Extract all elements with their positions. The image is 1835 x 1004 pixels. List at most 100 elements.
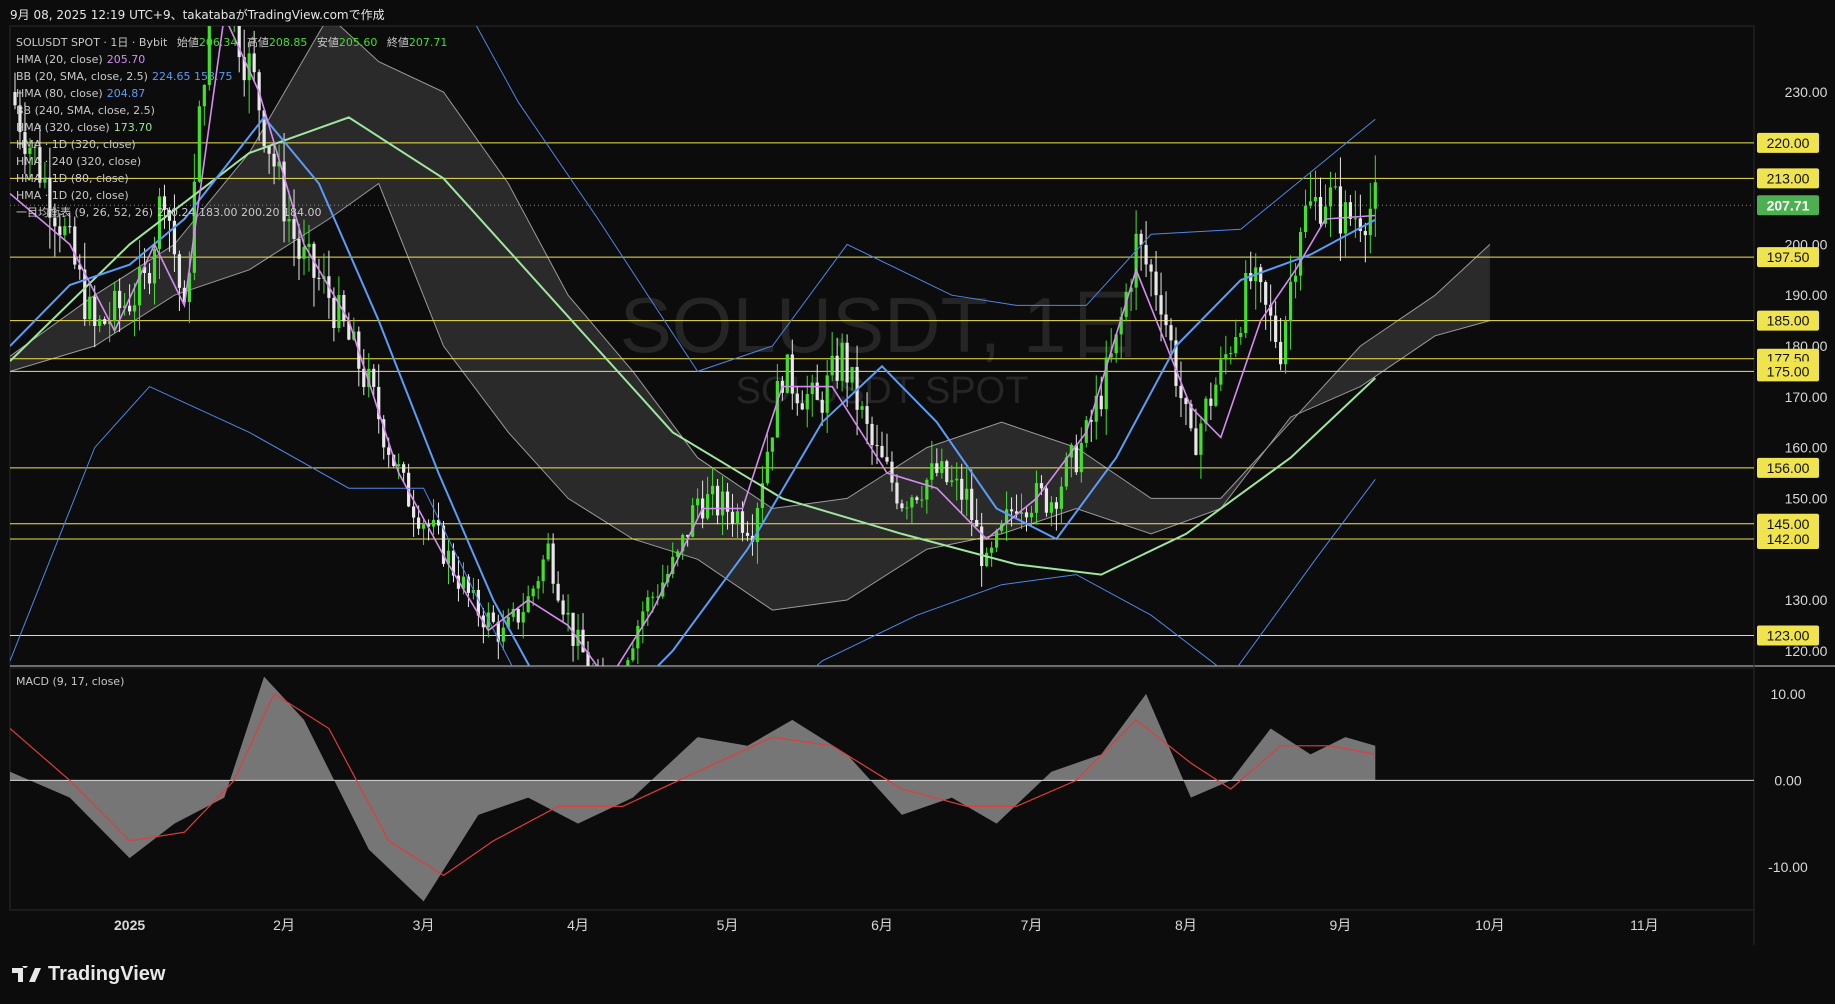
level-tag-label: 213.00 xyxy=(1767,170,1810,186)
candle-body xyxy=(1209,398,1213,406)
candle-body xyxy=(516,608,520,623)
candle-body xyxy=(765,451,769,484)
candle-body xyxy=(387,447,391,455)
candle-body xyxy=(830,355,834,376)
indicator-legend: SOLUSDT SPOT · 1日 · Bybit 始値206.34 高値208… xyxy=(16,34,447,221)
candle-body xyxy=(985,552,989,567)
legend-indicator-1[interactable]: BB (20, SMA, close, 2.5) 224.65 153.75 xyxy=(16,68,447,85)
candle-body xyxy=(152,248,157,284)
price-tick-label: 130.00 xyxy=(1785,592,1828,608)
candle-body xyxy=(930,463,934,480)
candle-body xyxy=(431,519,436,527)
tradingview-logo[interactable]: TradingView xyxy=(12,963,165,986)
level-tag-label: 142.00 xyxy=(1767,531,1810,547)
candle-body xyxy=(1159,295,1163,315)
legend-indicator-0[interactable]: HMA (20, close) 205.70 xyxy=(16,51,447,68)
legend-indicator-5[interactable]: HMA · 1D (320, close) xyxy=(16,136,447,153)
candle-body xyxy=(1328,187,1333,207)
candle-body xyxy=(755,507,760,543)
candle-body xyxy=(501,627,505,642)
candle-body xyxy=(1373,182,1377,209)
candle-body xyxy=(1279,341,1283,365)
legend-high-value: 208.85 xyxy=(268,36,308,49)
price-tick-label: 170.00 xyxy=(1785,389,1828,405)
candle-body xyxy=(636,625,640,649)
candle-body xyxy=(840,342,844,381)
candle-body xyxy=(631,648,635,661)
macd-tick-label: 10.00 xyxy=(1770,686,1805,702)
candle-body xyxy=(1064,457,1068,487)
candle-body xyxy=(233,8,236,17)
candle-body xyxy=(1139,233,1143,245)
legend-indicator-2[interactable]: HMA (80, close) 204.87 xyxy=(16,85,447,102)
candle-body xyxy=(900,503,904,509)
candle-body xyxy=(1044,488,1049,513)
candle-body xyxy=(416,517,421,529)
legend-high-label: 高値 xyxy=(246,36,269,49)
candle-body xyxy=(1308,201,1313,206)
candle-body xyxy=(1039,483,1044,489)
candle-body xyxy=(1179,385,1183,399)
candle-body xyxy=(302,246,306,259)
legend-indicator-7[interactable]: HMA · 1D (80, close) xyxy=(16,170,447,187)
legend-symbol-row[interactable]: SOLUSDT SPOT · 1日 · Bybit 始値206.34 高値208… xyxy=(16,34,447,51)
candle-body xyxy=(228,0,231,17)
brand-name: TradingView xyxy=(48,963,166,985)
candle-body xyxy=(1293,275,1298,282)
candle-body xyxy=(905,507,909,509)
legend-indicator-label: HMA · 1D (20, close) xyxy=(16,189,129,202)
legend-indicator-value: 205.70 xyxy=(106,53,146,66)
candle-body xyxy=(421,524,426,529)
candle-body xyxy=(1303,205,1308,233)
macd-tick-label: -10.00 xyxy=(1768,859,1808,875)
candle-body xyxy=(1029,512,1034,518)
legend-indicator-label: HMA (80, close) xyxy=(16,87,103,100)
candle-body xyxy=(491,612,495,622)
legend-indicator-4[interactable]: HMA (320, close) 173.70 xyxy=(16,119,447,136)
candle-body xyxy=(1164,314,1168,326)
candle-body xyxy=(990,547,994,553)
legend-indicator-label: HMA · 240 (320, close) xyxy=(16,155,142,168)
candle-body xyxy=(915,497,919,500)
level-tag-label: 123.00 xyxy=(1767,628,1810,644)
candle-body xyxy=(63,226,67,236)
candle-body xyxy=(696,498,700,506)
level-tag-label: 156.00 xyxy=(1767,460,1810,476)
legend-indicator-label: BB (240, SMA, close, 2.5) xyxy=(16,104,155,117)
level-tag-label: 175.00 xyxy=(1767,363,1810,379)
candle-body xyxy=(975,520,979,527)
candle-body xyxy=(815,382,819,400)
candle-body xyxy=(1239,332,1243,338)
candle-body xyxy=(297,238,301,259)
level-tag-label: 197.50 xyxy=(1767,249,1810,265)
candle-body xyxy=(1194,428,1198,455)
level-tag-label: 185.00 xyxy=(1767,313,1810,329)
candle-body xyxy=(910,497,914,508)
legend-indicator-6[interactable]: HMA · 240 (320, close) xyxy=(16,153,447,170)
candle-body xyxy=(955,478,959,481)
legend-indicator-9[interactable]: 一目均衡表 (9, 26, 52, 26) 210.24 183.00 200.2… xyxy=(16,204,447,221)
candle-body xyxy=(1348,202,1352,219)
candle-body xyxy=(925,479,929,500)
legend-indicator-3[interactable]: BB (240, SMA, close, 2.5) xyxy=(16,102,447,119)
candle-body xyxy=(1049,502,1054,513)
candle-body xyxy=(1333,186,1338,188)
candle-body xyxy=(1259,267,1263,283)
price-tick-label: 150.00 xyxy=(1785,490,1828,506)
candle-body xyxy=(571,612,575,646)
candle-body xyxy=(402,464,406,473)
candle-body xyxy=(1274,315,1278,342)
candle-body xyxy=(770,437,774,452)
candle-body xyxy=(950,480,954,483)
candle-body xyxy=(805,394,809,410)
candle-body xyxy=(825,375,829,413)
time-tick-label: 6月 xyxy=(871,917,893,933)
candle-body xyxy=(875,445,879,447)
candle-body xyxy=(710,485,715,495)
tradingview-logo-icon xyxy=(12,965,41,982)
candle-body xyxy=(1079,442,1083,473)
macd-legend[interactable]: MACD (9, 17, close) xyxy=(16,675,124,688)
candle-body xyxy=(536,581,540,589)
time-tick-label: 9月 xyxy=(1330,917,1352,933)
legend-indicator-8[interactable]: HMA · 1D (20, close) xyxy=(16,187,447,204)
